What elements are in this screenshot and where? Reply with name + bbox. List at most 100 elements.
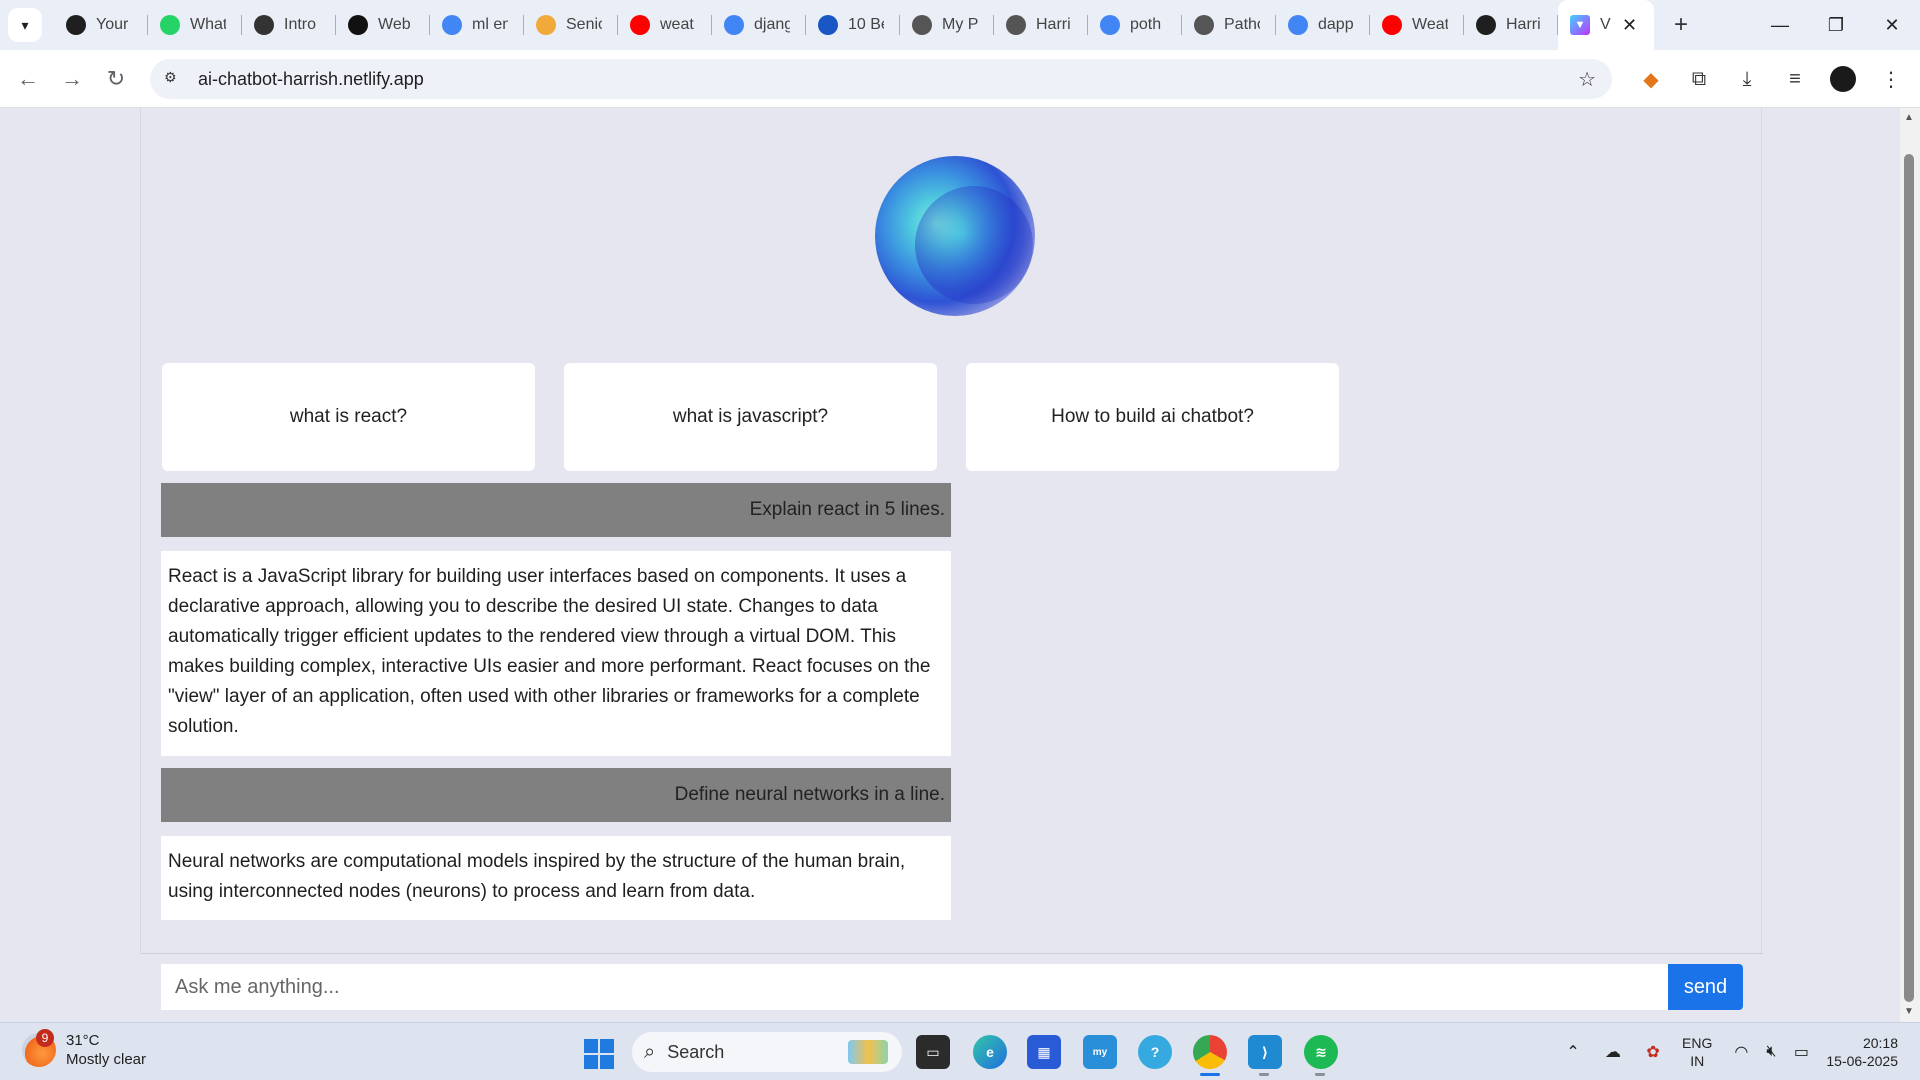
weather-temp: 31°C (66, 1032, 100, 1049)
vscode-icon[interactable]: ⟩ (1248, 1035, 1282, 1069)
weather-icon: 9 (22, 1029, 56, 1067)
onedrive-icon[interactable]: ☁ (1598, 1042, 1628, 1062)
url-text[interactable]: ai-chatbot-harrish.netlify.app (198, 69, 424, 90)
site-info-icon[interactable]: ⚙ (164, 69, 184, 89)
scroll-thumb[interactable] (1904, 154, 1914, 1002)
edge-icon[interactable]: e (973, 1035, 1007, 1069)
minimize-icon[interactable]: — (1752, 0, 1808, 50)
tab-item[interactable]: Senio (524, 0, 618, 50)
tab-title: Harri (1036, 16, 1071, 33)
tab-item[interactable]: Your (54, 0, 148, 50)
close-window-icon[interactable]: ✕ (1864, 0, 1920, 50)
new-tab-icon[interactable]: + (1674, 11, 1688, 39)
forward-arrow-icon[interactable]: → (50, 57, 94, 101)
tab-title: Intro (284, 16, 317, 33)
globe-icon (1194, 15, 1214, 35)
search-icon: ⌕ (644, 1040, 656, 1063)
store-icon[interactable]: ▦ (1027, 1035, 1061, 1069)
page-scrollbar[interactable]: ▲ ▼ (1900, 108, 1920, 1022)
tab-item[interactable]: djang (712, 0, 806, 50)
restore-icon[interactable]: ❐ (1808, 0, 1864, 50)
helper-app-icon[interactable]: ? (1138, 1035, 1172, 1069)
battery-icon[interactable]: ▭ (1786, 1042, 1816, 1062)
chrome-icon[interactable] (1193, 1035, 1227, 1069)
bot-message: React is a JavaScript library for buildi… (161, 551, 951, 756)
weather-widget[interactable]: 9 31°C Mostly clear (22, 1029, 146, 1069)
download-icon[interactable]: ⤓ (1730, 62, 1764, 96)
language-indicator[interactable]: ENG IN (1682, 1034, 1712, 1070)
tab-active[interactable]: ▼ V ✕ (1558, 0, 1654, 50)
tab-title: 10 Be (848, 16, 884, 33)
bookmark-star-icon[interactable]: ☆ (1578, 67, 1596, 92)
myapp-icon[interactable]: my (1083, 1035, 1117, 1069)
tab-item[interactable]: What (148, 0, 242, 50)
spotify-running-indicator (1315, 1073, 1325, 1076)
tab-item[interactable]: weat (618, 0, 712, 50)
tab-item[interactable]: Web (336, 0, 430, 50)
back-arrow-icon[interactable]: ← (6, 57, 50, 101)
spotify-icon[interactable]: ≋ (1304, 1035, 1338, 1069)
scroll-up-icon[interactable]: ▲ (1904, 112, 1914, 123)
tab-item[interactable]: poth (1088, 0, 1182, 50)
github-icon (66, 15, 86, 35)
windows-taskbar: 9 31°C Mostly clear ⌕ Search ▭ e ▦ my ? … (0, 1022, 1920, 1080)
clock-time: 20:18 (1862, 1035, 1898, 1051)
extensions-puzzle-icon[interactable]: ⧉ (1682, 62, 1716, 96)
clock-date: 15-06-2025 (1826, 1053, 1898, 1069)
weather-badge: 9 (36, 1029, 54, 1047)
chat-panel: what is react? what is javascript? How t… (140, 108, 1763, 1022)
tab-item[interactable]: Weat (1370, 0, 1464, 50)
vite-icon: ▼ (1570, 15, 1590, 35)
openai-icon (348, 15, 368, 35)
task-view-icon[interactable]: ▭ (916, 1035, 950, 1069)
tab-title: djang (754, 16, 790, 33)
whatsapp-icon (160, 15, 180, 35)
menu-kebab-icon[interactable]: ⋮ (1874, 62, 1908, 96)
google-icon (724, 15, 744, 35)
suggestion-card-javascript[interactable]: what is javascript? (564, 363, 937, 471)
tab-title: ml en (472, 16, 508, 33)
globe-icon (1006, 15, 1026, 35)
suggestion-card-react[interactable]: what is react? (162, 363, 535, 471)
tab-item[interactable]: dapp (1276, 0, 1370, 50)
scroll-down-icon[interactable]: ▼ (1904, 1006, 1914, 1017)
chevron-up-icon[interactable]: ⌃ (1558, 1042, 1588, 1062)
tab-item[interactable]: My P (900, 0, 994, 50)
wifi-icon[interactable]: ◠ (1726, 1042, 1756, 1062)
metamask-fox-icon[interactable]: ◆ (1634, 62, 1668, 96)
tab-title: Weat (1412, 16, 1448, 33)
media-control-icon[interactable]: ≡ (1778, 62, 1812, 96)
openai-icon (254, 15, 274, 35)
drive-icon (818, 15, 838, 35)
tab-item[interactable]: ml en (430, 0, 524, 50)
windows-start-icon[interactable] (584, 1039, 614, 1069)
search-label: Search (667, 1041, 725, 1062)
google-icon (442, 15, 462, 35)
chrome-active-indicator (1200, 1073, 1220, 1076)
web-page: what is react? what is javascript? How t… (0, 108, 1920, 1022)
tab-close-icon[interactable]: ✕ (1622, 15, 1637, 36)
tab-item[interactable]: 10 Be (806, 0, 900, 50)
reload-icon[interactable]: ↻ (94, 57, 138, 101)
volume-muted-icon[interactable]: 🔇︎ (1756, 1043, 1786, 1061)
send-button[interactable]: send (1668, 964, 1743, 1010)
tab-item[interactable]: Intro (242, 0, 336, 50)
clock[interactable]: 20:18 15-06-2025 (1826, 1034, 1898, 1070)
address-bar[interactable]: ⚙ ai-chatbot-harrish.netlify.app ☆ (150, 59, 1612, 99)
vscode-running-indicator (1259, 1073, 1269, 1076)
taskbar-search[interactable]: ⌕ Search (632, 1032, 902, 1072)
profile-avatar[interactable] (1826, 62, 1860, 96)
lang-bottom: IN (1690, 1053, 1705, 1069)
tab-title: dapp (1318, 16, 1354, 33)
search-highlight-icon (848, 1040, 888, 1064)
tab-search-chevron-icon[interactable]: ▾ (8, 8, 42, 42)
system-tray: ⌃ ☁ ✿ ENG IN ◠ 🔇︎ ▭ 20:18 15-06-2025 (1558, 1023, 1920, 1080)
chat-input[interactable] (161, 964, 1668, 1010)
globe-icon (912, 15, 932, 35)
tray-app-icon[interactable]: ✿ (1638, 1042, 1668, 1062)
tab-item[interactable]: Harri (994, 0, 1088, 50)
tab-item[interactable]: Patho (1182, 0, 1276, 50)
tab-item[interactable]: Harri (1464, 0, 1558, 50)
ai-orb-logo (875, 156, 1035, 316)
suggestion-card-chatbot[interactable]: How to build ai chatbot? (966, 363, 1339, 471)
